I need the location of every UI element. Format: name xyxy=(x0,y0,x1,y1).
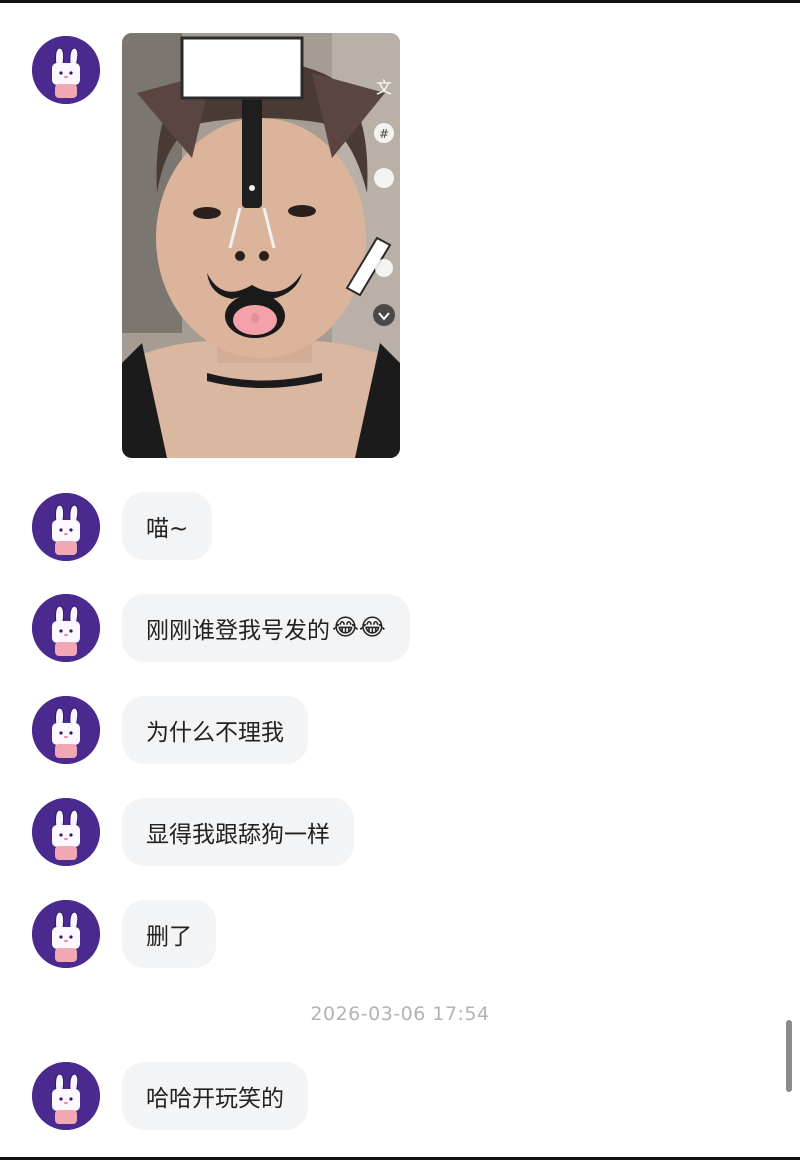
bunny-avatar-icon xyxy=(32,1062,100,1130)
top-edge xyxy=(0,0,800,3)
emoji: 😂😂 xyxy=(332,615,386,641)
bunny-avatar-icon xyxy=(32,36,100,104)
avatar[interactable] xyxy=(32,36,100,104)
scrollbar[interactable] xyxy=(786,1020,792,1092)
message-bubble[interactable]: 删了 xyxy=(122,900,216,968)
avatar[interactable] xyxy=(32,696,100,764)
message-text: 哈哈开玩笑的 xyxy=(146,1086,284,1112)
message-bubble[interactable]: 刚刚谁登我号发的 😂😂 xyxy=(122,594,410,662)
message-bubble[interactable]: 喵~ xyxy=(122,492,213,560)
tag-icon xyxy=(375,259,393,277)
avatar[interactable] xyxy=(32,798,100,866)
message-text: 删了 xyxy=(146,924,192,950)
message-text: 喵~ xyxy=(146,516,189,542)
chevron-down-icon xyxy=(373,304,395,326)
avatar[interactable] xyxy=(32,1062,100,1130)
bunny-avatar-icon xyxy=(32,798,100,866)
timestamp: 2026-03-06 17:54 xyxy=(310,1003,490,1025)
shared-photo[interactable]: 文 # xyxy=(122,33,400,458)
avatar[interactable] xyxy=(32,594,100,662)
sticker-icon xyxy=(374,168,394,188)
message-bubble[interactable]: 显得我跟舔狗一样 xyxy=(122,798,354,866)
message-text: 显得我跟舔狗一样 xyxy=(146,822,330,848)
avatar[interactable] xyxy=(32,493,100,561)
translate-icon: 文 xyxy=(376,78,392,97)
bunny-avatar-icon xyxy=(32,900,100,968)
message-text: 为什么不理我 xyxy=(146,720,284,746)
message-text: 刚刚谁登我号发的 xyxy=(146,618,330,644)
avatar[interactable] xyxy=(32,900,100,968)
message-bubble[interactable]: 为什么不理我 xyxy=(122,696,308,764)
message-bubble[interactable]: 哈哈开玩笑的 xyxy=(122,1062,308,1130)
bunny-avatar-icon xyxy=(32,493,100,561)
svg-text:#: # xyxy=(379,127,389,141)
bunny-avatar-icon xyxy=(32,696,100,764)
bunny-avatar-icon xyxy=(32,594,100,662)
